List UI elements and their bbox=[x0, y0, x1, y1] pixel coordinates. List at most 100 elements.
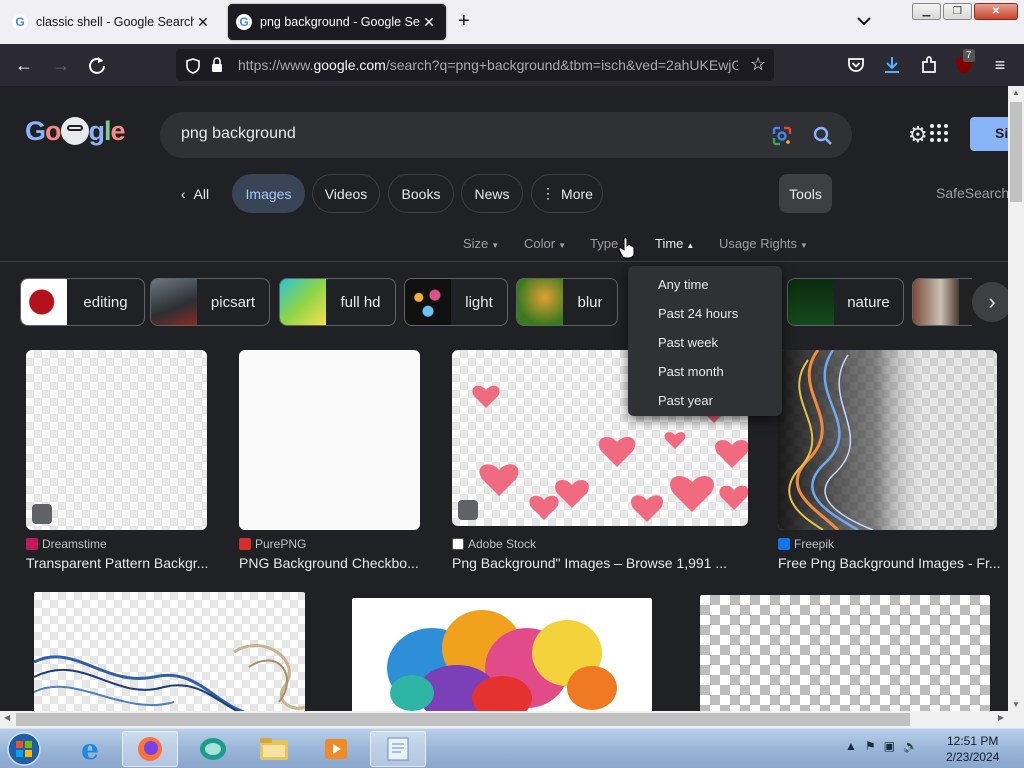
search-box[interactable]: png background bbox=[160, 112, 852, 158]
scrollbar-thumb[interactable] bbox=[1010, 102, 1022, 202]
safesearch-button[interactable]: SafeSearch bbox=[936, 185, 1008, 201]
network-icon[interactable]: ▣ bbox=[884, 739, 895, 753]
lock-icon[interactable] bbox=[210, 56, 224, 74]
new-tab-button[interactable]: + bbox=[458, 10, 470, 32]
restore-button[interactable]: ❐ bbox=[943, 3, 972, 20]
google-favicon-icon: G bbox=[12, 14, 28, 30]
navigation-toolbar: ← → https://www.google.com/search?q=png+… bbox=[0, 44, 1024, 86]
tab-close-icon[interactable]: ✕ bbox=[420, 14, 438, 31]
scroll-left-icon[interactable]: ◀ bbox=[4, 713, 10, 722]
filter-time[interactable]: Time ▲ bbox=[655, 236, 694, 251]
result-image[interactable] bbox=[26, 350, 207, 530]
window-controls: ▁ ❐ ✕ bbox=[912, 3, 1018, 20]
result-title[interactable]: Png Background" Images – Browse 1,991 ..… bbox=[452, 555, 742, 571]
result-title[interactable]: Free Png Background Images - Fr... bbox=[778, 555, 1000, 571]
time-option-past-year[interactable]: Past year bbox=[628, 386, 782, 415]
result-source[interactable]: PurePNG bbox=[239, 537, 306, 551]
time-option-past-week[interactable]: Past week bbox=[628, 328, 782, 357]
result-image[interactable] bbox=[239, 350, 420, 530]
url-text[interactable]: https://www.google.com/search?q=png+back… bbox=[238, 57, 738, 73]
tab-classic-shell[interactable]: G classic shell - Google Search ✕ bbox=[4, 4, 220, 40]
file-explorer-icon[interactable] bbox=[246, 731, 302, 767]
downloads-icon[interactable] bbox=[881, 54, 903, 76]
filter-usage-rights[interactable]: Usage Rights ▼ bbox=[719, 236, 808, 251]
search-input[interactable]: png background bbox=[181, 125, 296, 143]
scrollbar-thumb[interactable] bbox=[16, 713, 910, 726]
result-title[interactable]: PNG Background Checkbo... bbox=[239, 555, 419, 571]
dreamstime-favicon-icon bbox=[26, 538, 38, 550]
tab-images[interactable]: Images bbox=[232, 174, 305, 213]
tab-png-background[interactable]: G png background - Google Search ✕ bbox=[228, 4, 446, 40]
time-option-any-time[interactable]: Any time bbox=[628, 270, 782, 299]
related-thumbnail bbox=[21, 279, 67, 325]
google-lens-icon[interactable] bbox=[771, 125, 793, 147]
ublock-extension-icon[interactable]: 7 bbox=[953, 49, 975, 76]
nav-all[interactable]: ‹ All bbox=[170, 174, 220, 213]
taskbar-clock[interactable]: 12:51 PM 2/23/2024 bbox=[946, 733, 999, 765]
related-thumbnail bbox=[788, 279, 834, 325]
freepik-favicon-icon bbox=[778, 538, 790, 550]
image-icon bbox=[32, 504, 52, 524]
result-source[interactable]: Adobe Stock bbox=[452, 537, 536, 551]
filter-color[interactable]: Color ▼ bbox=[524, 236, 566, 251]
related-chip-light[interactable]: light bbox=[404, 278, 508, 326]
list-all-tabs-icon[interactable] bbox=[855, 12, 873, 30]
scroll-up-icon[interactable]: ▲ bbox=[1012, 88, 1020, 97]
tab-more[interactable]: ⋮ More bbox=[531, 174, 603, 213]
scroll-down-icon[interactable]: ▼ bbox=[1012, 700, 1020, 709]
address-bar[interactable]: https://www.google.com/search?q=png+back… bbox=[176, 49, 774, 81]
scroll-right-icon[interactable]: ▶ bbox=[998, 713, 1004, 722]
related-chip-blur[interactable]: blur bbox=[516, 278, 618, 326]
windows-start-orb-icon[interactable] bbox=[2, 730, 46, 768]
media-player-icon[interactable] bbox=[308, 731, 364, 767]
show-hidden-icons-icon[interactable]: ▲ bbox=[845, 739, 857, 753]
result-image[interactable] bbox=[34, 592, 305, 711]
google-doodle-logo[interactable]: Go gle bbox=[25, 116, 126, 147]
google-apps-icon[interactable] bbox=[930, 124, 948, 142]
sign-in-button[interactable]: Si bbox=[970, 117, 1008, 151]
filter-size[interactable]: Size ▼ bbox=[463, 236, 499, 251]
action-center-flag-icon[interactable]: ⚑ bbox=[865, 739, 876, 753]
forward-arrow-icon[interactable]: → bbox=[50, 54, 72, 76]
bookmark-star-icon[interactable]: ☆ bbox=[750, 54, 766, 75]
clock-date: 2/23/2024 bbox=[946, 750, 1000, 764]
result-source[interactable]: Freepik bbox=[778, 537, 834, 551]
horizontal-scrollbar[interactable]: ◀ ▶ bbox=[0, 711, 1024, 728]
tab-books[interactable]: Books bbox=[388, 174, 454, 213]
tab-close-icon[interactable]: ✕ bbox=[194, 14, 212, 31]
result-image[interactable] bbox=[700, 595, 990, 711]
related-chip-editing[interactable]: editing bbox=[20, 278, 145, 326]
settings-gear-icon[interactable]: ⚙ bbox=[908, 122, 928, 148]
back-arrow-icon[interactable]: ← bbox=[13, 54, 35, 76]
vertical-scrollbar[interactable]: ▲ ▼ bbox=[1008, 86, 1024, 711]
related-chip-partial[interactable] bbox=[912, 278, 972, 326]
notepad-taskbar-icon[interactable] bbox=[370, 731, 426, 767]
extensions-icon[interactable] bbox=[918, 54, 940, 76]
tab-videos[interactable]: Videos bbox=[312, 174, 380, 213]
result-image[interactable] bbox=[778, 350, 997, 530]
tools-button[interactable]: Tools bbox=[779, 174, 832, 213]
pocket-icon[interactable] bbox=[845, 54, 867, 76]
time-option-past-24-hours[interactable]: Past 24 hours bbox=[628, 299, 782, 328]
smoke-wave-illustration bbox=[34, 644, 305, 711]
close-window-button[interactable]: ✕ bbox=[974, 3, 1018, 20]
hamburger-menu-icon[interactable]: ≡ bbox=[989, 54, 1011, 76]
search-icon[interactable] bbox=[812, 125, 834, 147]
firefox-taskbar-icon[interactable] bbox=[122, 731, 178, 767]
tab-news[interactable]: News bbox=[461, 174, 523, 213]
volume-muted-icon[interactable]: 🔈 bbox=[903, 739, 918, 753]
result-image[interactable] bbox=[352, 598, 652, 711]
related-chip-picsart[interactable]: picsart bbox=[150, 278, 270, 326]
caret-down-icon: ▼ bbox=[558, 241, 566, 250]
reload-icon[interactable] bbox=[86, 54, 108, 76]
related-chip-nature[interactable]: nature bbox=[787, 278, 904, 326]
result-source[interactable]: Dreamstime bbox=[26, 537, 107, 551]
internet-explorer-icon[interactable]: e bbox=[62, 731, 118, 767]
time-option-past-month[interactable]: Past month bbox=[628, 357, 782, 386]
shield-icon[interactable] bbox=[184, 57, 202, 75]
chat-app-icon[interactable] bbox=[185, 731, 241, 767]
result-title[interactable]: Transparent Pattern Backgr... bbox=[26, 555, 212, 571]
minimize-button[interactable]: ▁ bbox=[912, 3, 941, 20]
related-chip-full-hd[interactable]: full hd bbox=[279, 278, 396, 326]
chevron-right-icon[interactable]: › bbox=[972, 282, 1008, 322]
